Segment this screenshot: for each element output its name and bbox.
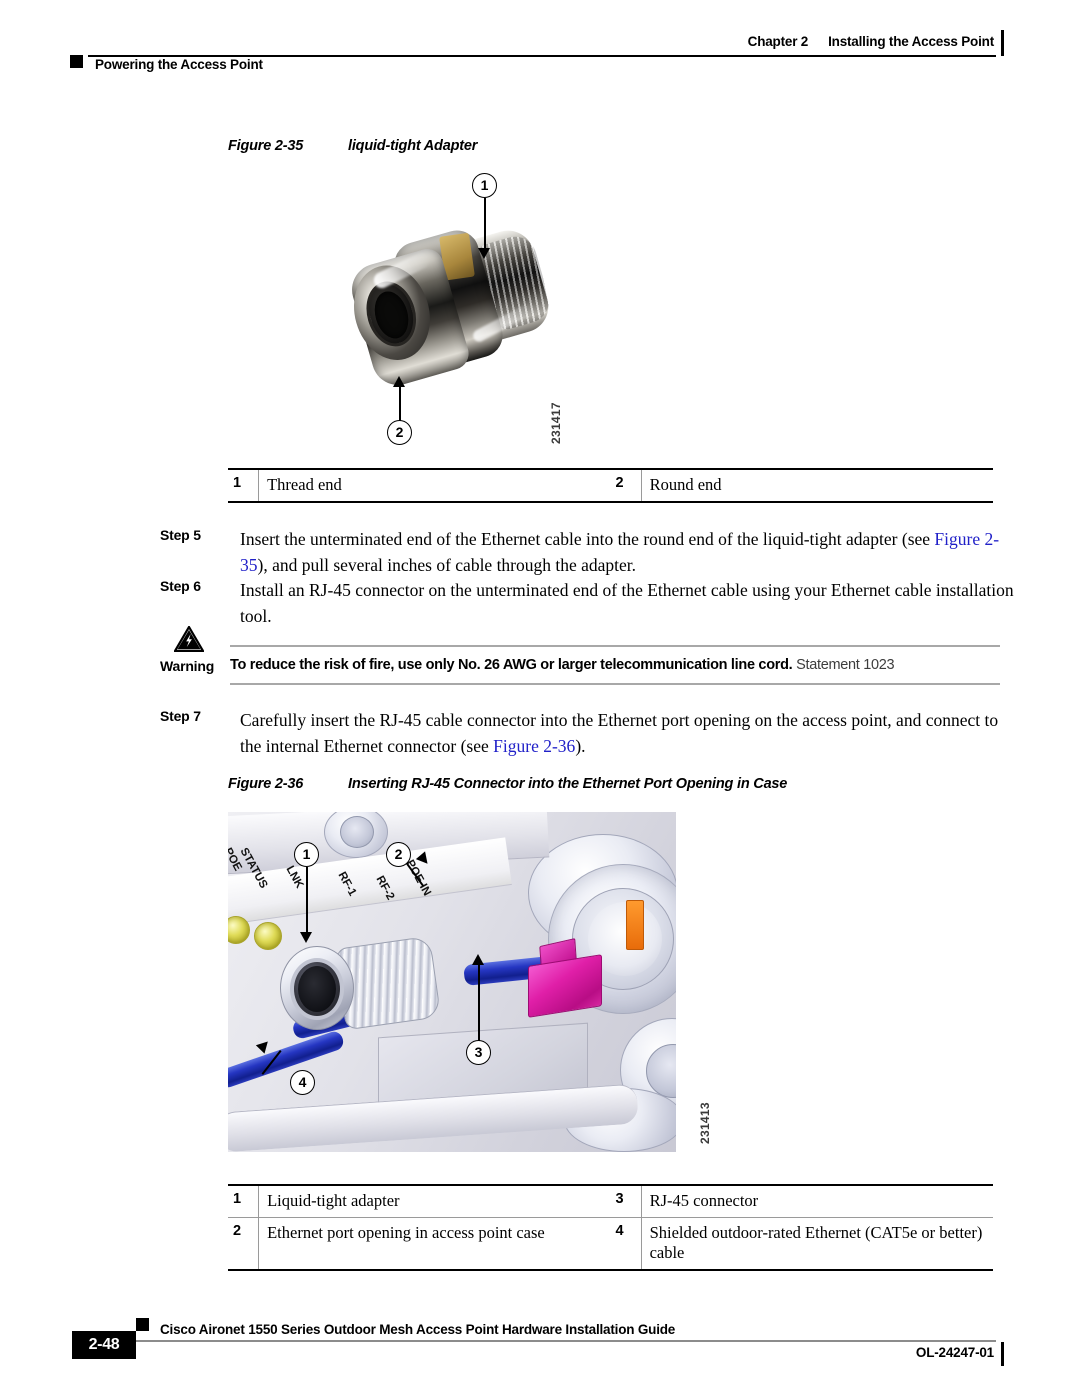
figure-2-36-number: Figure 2-36 — [228, 776, 304, 792]
legend-number: 1 — [228, 468, 260, 503]
legend-text: Thread end — [258, 468, 611, 503]
step-6-label: Step 6 — [160, 578, 201, 594]
figure-2-36-right-margin — [676, 812, 718, 1152]
figure-2-36-callout-1: 1 — [294, 842, 319, 867]
header-chapter-number: Chapter 2 — [747, 34, 809, 49]
figure-2-36-arrow-1 — [300, 932, 312, 943]
warning-rule-bottom — [230, 683, 1000, 685]
page-header: Chapter 2 Installing the Access Point Pow… — [0, 0, 1080, 86]
step-5-body: Insert the unterminated end of the Ether… — [240, 527, 1020, 578]
step-7-label: Step 7 — [160, 708, 201, 724]
legend-text: Shielded outdoor-rated Ethernet (CAT5e o… — [641, 1217, 993, 1271]
warning-label: Warning — [160, 658, 215, 674]
step-5: Step 5 Insert the unterminated end of th… — [160, 527, 1020, 578]
warning-rule-top — [230, 645, 1000, 647]
figure-2-36-callout-4: 4 — [290, 1070, 315, 1095]
figure-2-35-arrow-1 — [478, 248, 490, 259]
footer-document-number: OL-24247-01 — [915, 1345, 994, 1360]
step-6: Step 6 Install an RJ-45 connector on the… — [160, 578, 1020, 629]
legend-number: 1 — [228, 1184, 260, 1218]
warning-lightning-triangle-icon — [173, 624, 205, 653]
adapter-cable-hole — [298, 966, 336, 1012]
legend-number: 4 — [610, 1217, 642, 1271]
figure-2-36-leader-3 — [478, 964, 480, 1042]
figure-2-35-leader-2 — [399, 386, 401, 422]
step-7-body: Carefully insert the RJ-45 cable connect… — [240, 708, 1020, 759]
header-bullet-square-icon — [70, 55, 83, 68]
figure-2-36-callout-3: 3 — [466, 1040, 491, 1065]
table-row: 1 Liquid-tight adapter 3 RJ-45 connector — [228, 1184, 993, 1218]
header-chapter-group: Chapter 2 Installing the Access Point — [747, 34, 995, 49]
figure-2-36-title: Inserting RJ-45 Connector into the Ether… — [348, 776, 788, 792]
internal-ethernet-connector-tab — [626, 900, 644, 950]
legend-number: 3 — [610, 1184, 642, 1218]
header-edge-tick — [1001, 30, 1004, 56]
legend-text: Ethernet port opening in access point ca… — [258, 1217, 611, 1271]
figure-2-35-arrow-2 — [393, 376, 405, 387]
case-top-boss-hole — [340, 816, 374, 848]
step-7-text-after: ). — [575, 735, 586, 756]
step-7: Step 7 Carefully insert the RJ-45 cable … — [160, 708, 1020, 759]
warning-bold-text: To reduce the risk of fire, use only No.… — [230, 657, 793, 673]
legend-text: RJ-45 connector — [641, 1184, 993, 1218]
figure-2-36-legend-table: 1 Liquid-tight adapter 3 RJ-45 connector… — [228, 1184, 993, 1271]
legend-text: Liquid-tight adapter — [258, 1184, 611, 1218]
footer-rule — [136, 1340, 996, 1342]
figure-2-35-title: liquid-tight Adapter — [348, 138, 478, 154]
footer-guide-title: Cisco Aironet 1550 Series Outdoor Mesh A… — [160, 1322, 676, 1337]
warning-statement-number: Statement 1023 — [796, 657, 895, 673]
step-5-label: Step 5 — [160, 527, 201, 543]
liquid-tight-adapter-illustration — [341, 203, 561, 398]
step-7-xref-link[interactable]: Figure 2-36 — [493, 736, 575, 756]
figure-2-36-callout-2: 2 — [386, 842, 411, 867]
figure-2-35-image: 1 2 231417 — [330, 168, 590, 453]
figure-2-35-leader-1 — [484, 198, 486, 250]
figure-2-36-image-id: 231413 — [698, 1102, 712, 1144]
figure-2-36-image: POE STATUS LNK RF-1 RF-2 POE IN 1 2 3 4 … — [228, 812, 718, 1152]
footer-edge-tick — [1001, 1342, 1004, 1366]
figure-2-35-number: Figure 2-35 — [228, 138, 304, 154]
liquid-tight-adapter-in-case — [280, 935, 442, 1036]
legend-text: Round end — [641, 468, 993, 503]
figure-2-35-caption: Figure 2-35 liquid-tight Adapter — [228, 138, 477, 154]
figure-2-35-legend-table: 1 Thread end 2 Round end — [228, 468, 993, 503]
step-6-text: Install an RJ-45 connector on the unterm… — [240, 580, 1014, 626]
table-row: 1 Thread end 2 Round end — [228, 468, 993, 503]
legend-number: 2 — [228, 1217, 260, 1271]
figure-2-36-caption: Figure 2-36 Inserting RJ-45 Connector int… — [228, 776, 787, 792]
legend-number: 2 — [610, 468, 642, 503]
step-5-text-before: Insert the unterminated end of the Ether… — [240, 529, 935, 549]
step-5-text-after: ), and pull several inches of cable thro… — [257, 554, 637, 575]
warning-text: To reduce the risk of fire, use only No.… — [230, 657, 1005, 673]
footer-page-number: 2-48 — [72, 1331, 136, 1359]
table-row: 2 Ethernet port opening in access point … — [228, 1217, 993, 1271]
figure-2-35-image-id: 231417 — [549, 402, 563, 444]
header-section-title: Powering the Access Point — [95, 57, 263, 72]
figure-2-35-callout-2: 2 — [387, 420, 412, 445]
figure-2-36-leader-1 — [306, 867, 308, 935]
step-6-body: Install an RJ-45 connector on the unterm… — [240, 578, 1020, 629]
led-lamp-2 — [254, 922, 282, 950]
footer-bullet-square-icon — [136, 1318, 149, 1331]
step-7-text-before: Carefully insert the RJ-45 cable connect… — [240, 710, 999, 756]
figure-2-36-arrow-3 — [472, 954, 484, 965]
header-chapter-title: Installing the Access Point — [828, 34, 994, 49]
figure-2-35-callout-1: 1 — [472, 173, 497, 198]
